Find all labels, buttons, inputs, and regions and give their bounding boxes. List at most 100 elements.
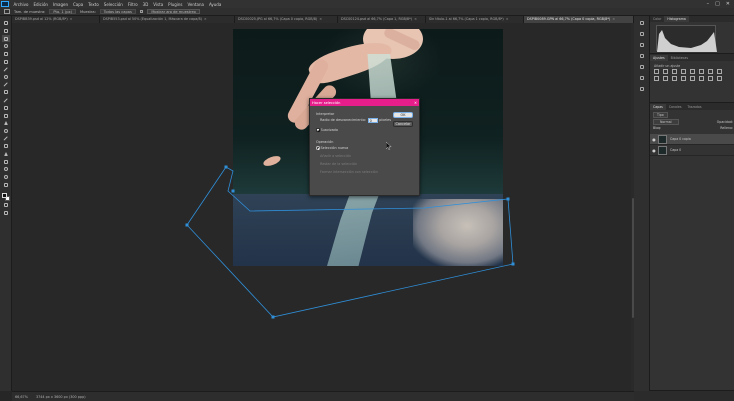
radio-new-selection[interactable] — [316, 146, 320, 150]
close-tab-icon[interactable]: × — [70, 16, 73, 23]
gradient-map-icon[interactable] — [708, 76, 713, 81]
work-path-overlay[interactable] — [12, 23, 634, 391]
ok-button[interactable]: OK — [393, 112, 413, 118]
menu-ventana[interactable]: Ventana — [185, 2, 206, 7]
blend-mode-select[interactable]: Normal — [653, 119, 679, 125]
tab-document-2[interactable]: DSPIB553.psd al 50% (Equalización 1, Más… — [100, 16, 235, 23]
frame-tool[interactable] — [2, 58, 10, 65]
dodge-tool[interactable] — [2, 128, 10, 135]
anchor-point[interactable] — [506, 197, 510, 201]
lasso-tool[interactable] — [1, 35, 10, 42]
canvas-area[interactable]: Hacer selección ✕ Interpretar Radio de d… — [12, 23, 634, 391]
levels-icon[interactable] — [663, 69, 668, 74]
antialias-checkbox[interactable] — [316, 128, 320, 132]
close-tab-icon[interactable]: × — [612, 16, 615, 23]
black-white-icon[interactable] — [717, 69, 722, 74]
menu-plugins[interactable]: Plugins — [166, 2, 185, 7]
channel-mixer-icon[interactable] — [663, 76, 668, 81]
foreground-color-swatch[interactable] — [1, 192, 7, 198]
sample-layers-select[interactable]: Todas las capas — [99, 9, 136, 14]
curves-icon[interactable] — [672, 69, 677, 74]
tab-channels[interactable]: Canales — [666, 104, 685, 110]
tab-document-4[interactable]: DSC00124.psd al 66,7% (Capa 1, RGB/8*) × — [338, 16, 426, 23]
menu-3d[interactable]: 3D — [140, 2, 151, 7]
sample-size-select[interactable]: Pto. 1 (px) — [49, 9, 77, 14]
tab-color[interactable]: Color — [650, 16, 664, 22]
tab-layers[interactable]: Capas — [650, 104, 666, 110]
show-sampling-ring-label[interactable]: Mostrar aro de muestreo — [147, 9, 200, 14]
dialog-close-icon[interactable]: ✕ — [414, 101, 417, 105]
show-sampling-ring-checkbox[interactable] — [139, 9, 144, 14]
zoom-tool[interactable] — [2, 174, 10, 181]
anchor-point[interactable] — [511, 262, 515, 266]
color-lookup-icon[interactable] — [672, 76, 677, 81]
anchor-point[interactable] — [185, 223, 189, 227]
zoom-level[interactable]: 66,67% — [15, 395, 28, 399]
dock-actions[interactable] — [638, 41, 646, 48]
dock-paragraph[interactable] — [638, 74, 646, 81]
color-balance-icon[interactable] — [708, 69, 713, 74]
tab-paths[interactable]: Trazados — [685, 104, 705, 110]
healing-brush-tool[interactable] — [2, 74, 10, 81]
eyedropper-tool[interactable] — [2, 66, 10, 73]
menu-imagen[interactable]: Imagen — [50, 2, 70, 7]
option-new-selection[interactable]: Selección nueva — [316, 146, 348, 150]
marquee-tool[interactable] — [2, 28, 10, 35]
menu-archivo[interactable]: Archivo — [11, 2, 31, 7]
screen-mode-tool[interactable] — [2, 210, 10, 217]
clone-stamp-tool[interactable] — [2, 89, 10, 96]
tab-libraries[interactable]: Bibliotecas — [668, 55, 691, 61]
quick-select-tool[interactable] — [2, 43, 10, 50]
anchor-point[interactable] — [231, 189, 235, 193]
tab-document-1[interactable]: DSPIBB39.psd al 12% (RGB/8*) × — [12, 16, 100, 23]
invert-icon[interactable] — [681, 76, 686, 81]
visibility-eye-icon[interactable]: ● — [650, 137, 658, 142]
threshold-icon[interactable] — [699, 76, 704, 81]
dock-history[interactable] — [638, 19, 646, 26]
hue-saturation-icon[interactable] — [699, 69, 704, 74]
close-tab-icon[interactable]: × — [414, 16, 417, 23]
tab-document-6[interactable]: DSPIB0089.GPN al 66,7% (Capa 0 copia, RG… — [524, 16, 634, 23]
dialog-titlebar[interactable]: Hacer selección ✕ — [310, 99, 419, 106]
menu-capa[interactable]: Capa — [71, 2, 86, 7]
path-select-tool[interactable] — [2, 151, 10, 158]
layer-row[interactable]: ● Capa 0 copia — [650, 134, 734, 145]
blur-tool[interactable] — [2, 120, 10, 127]
feather-radius-input[interactable]: 0 — [367, 118, 378, 123]
tab-adjustments[interactable]: Ajustes — [650, 55, 668, 61]
dock-swatches[interactable] — [638, 85, 646, 92]
eraser-tool[interactable] — [2, 105, 10, 112]
shape-tool[interactable] — [2, 158, 10, 165]
menu-edicion[interactable]: Edición — [31, 2, 50, 7]
history-brush-tool[interactable] — [2, 97, 10, 104]
dock-character[interactable] — [638, 63, 646, 70]
photo-filter-icon[interactable] — [654, 76, 659, 81]
type-tool[interactable] — [2, 143, 10, 150]
maximize-button[interactable]: □ — [715, 1, 720, 7]
layer-kind-select[interactable]: Tipo — [653, 112, 668, 118]
cancel-button[interactable]: Cancelar — [393, 121, 413, 127]
close-window-button[interactable]: ✕ — [726, 1, 730, 7]
exposure-icon[interactable] — [681, 69, 686, 74]
close-tab-icon[interactable]: × — [204, 16, 207, 23]
menu-filtro[interactable]: Filtro — [125, 2, 140, 7]
selective-color-icon[interactable] — [717, 76, 722, 81]
layer-row[interactable]: ● Capa 0 — [650, 145, 734, 156]
color-swatches[interactable] — [1, 192, 11, 202]
posterize-icon[interactable] — [690, 76, 695, 81]
menu-seleccion[interactable]: Selección — [101, 2, 125, 7]
tab-document-5[interactable]: Sin título-1 al 66,7% (Capa 1 copia, RGB… — [426, 16, 524, 23]
crop-tool[interactable] — [2, 51, 10, 58]
menu-vista[interactable]: Vista — [151, 2, 166, 7]
visibility-eye-icon[interactable]: ● — [650, 148, 658, 153]
brush-tool[interactable] — [2, 82, 10, 89]
minimize-button[interactable]: – — [707, 1, 710, 7]
tab-histogram[interactable]: Histograma — [664, 16, 689, 22]
menu-texto[interactable]: Texto — [86, 2, 102, 7]
anchor-point[interactable] — [224, 165, 228, 169]
move-tool[interactable] — [2, 20, 10, 27]
menu-ayuda[interactable]: Ayuda — [206, 2, 223, 7]
eyedropper-tool-icon[interactable] — [4, 9, 10, 14]
dock-properties[interactable] — [638, 30, 646, 37]
more-tools[interactable] — [2, 181, 10, 188]
